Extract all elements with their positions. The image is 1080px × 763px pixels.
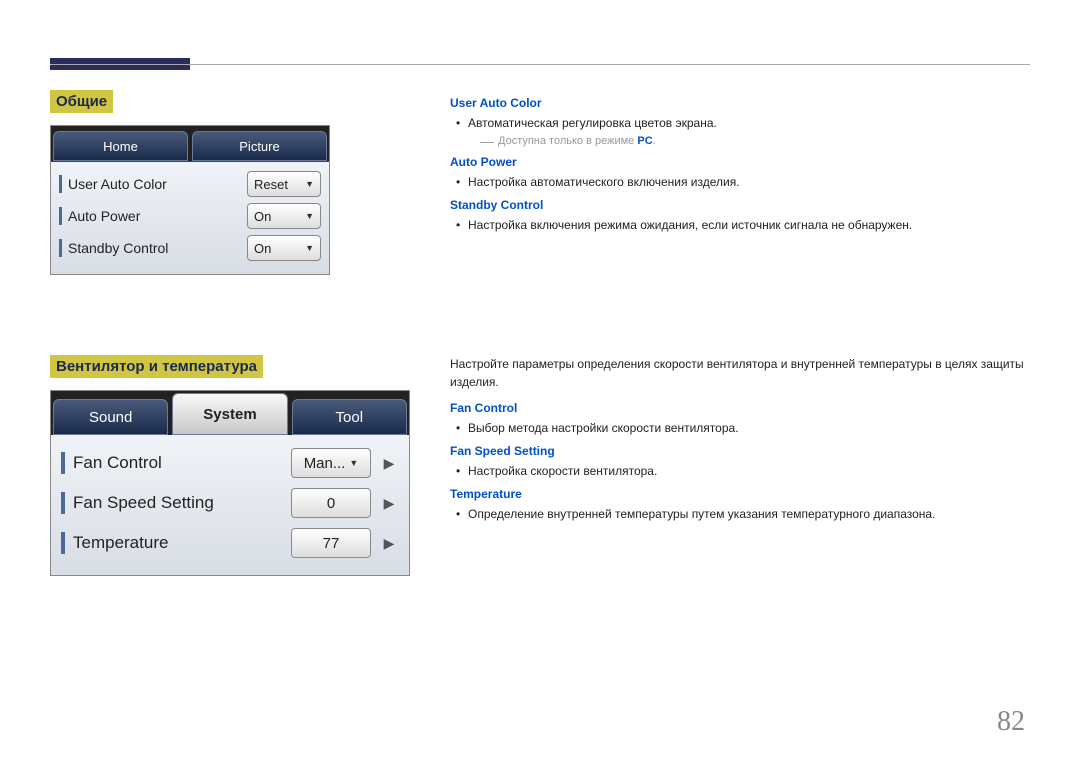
setting-value-box[interactable]: 77 [291, 528, 371, 558]
tab-tool[interactable]: Tool [292, 399, 407, 435]
chevron-down-icon: ▼ [305, 179, 314, 189]
note-pc: PC [637, 135, 652, 147]
page-content: Общие Home Picture User Auto Color Reset… [50, 90, 1030, 576]
desc-title-fan-control: Fan Control [450, 401, 1030, 415]
setting-row: User Auto Color Reset ▼ [59, 168, 321, 200]
desc-item: Определение внутренней температуры путем… [468, 505, 1030, 524]
desc-title-auto-power: Auto Power [450, 155, 1030, 169]
section-general-right: User Auto Color Автоматическая регулиров… [450, 90, 1030, 236]
setting-value: On [254, 241, 271, 256]
setting-dropdown[interactable]: On ▼ [247, 203, 321, 229]
setting-label: Auto Power [68, 208, 241, 224]
screenshot-general: Home Picture User Auto Color Reset ▼ Auto… [50, 125, 330, 275]
desc-title-user-auto-color: User Auto Color [450, 96, 1030, 110]
row-marker-icon [59, 239, 62, 257]
desc-list: Автоматическая регулировка цветов экрана… [450, 114, 1030, 133]
desc-item: Настройка скорости вентилятора. [468, 462, 1030, 481]
dash-icon: ― [480, 133, 494, 149]
desc-item: Автоматическая регулировка цветов экрана… [468, 114, 1030, 133]
desc-item: Настройка автоматического включения изде… [468, 173, 1030, 192]
arrow-right-icon[interactable]: ▶ [379, 495, 399, 512]
desc-item: Настройка включения режима ожидания, есл… [468, 216, 1030, 235]
desc-list: Настройка включения режима ожидания, есл… [450, 216, 1030, 235]
tabs-row: Home Picture [51, 126, 329, 162]
chevron-down-icon: ▼ [305, 243, 314, 253]
row-marker-icon [59, 207, 62, 225]
row-marker-icon [61, 532, 65, 554]
page-number: 82 [997, 706, 1025, 738]
setting-label: Fan Control [73, 453, 283, 473]
desc-list: Определение внутренней температуры путем… [450, 505, 1030, 524]
setting-value: 0 [327, 495, 335, 512]
chevron-down-icon: ▼ [349, 458, 358, 468]
desc-title-fan-speed: Fan Speed Setting [450, 444, 1030, 458]
desc-title-standby-control: Standby Control [450, 198, 1030, 212]
setting-value: On [254, 209, 271, 224]
chevron-down-icon: ▼ [305, 211, 314, 221]
setting-label: Fan Speed Setting [73, 493, 283, 513]
row-marker-icon [61, 492, 65, 514]
setting-value: 77 [323, 535, 340, 552]
desc-item: Выбор метода настройки скорости вентилят… [468, 419, 1030, 438]
tab-picture[interactable]: Picture [192, 131, 327, 161]
section-fan-temp-right: Настройте параметры определения скорости… [450, 355, 1030, 525]
section-general: Общие Home Picture User Auto Color Reset… [50, 90, 1030, 275]
desc-list: Настройка автоматического включения изде… [450, 173, 1030, 192]
setting-label: Standby Control [68, 240, 241, 256]
desc-title-temperature: Temperature [450, 487, 1030, 501]
row-marker-icon [59, 175, 62, 193]
header-divider [50, 64, 1030, 65]
row-marker-icon [61, 452, 65, 474]
desc-list: Настройка скорости вентилятора. [450, 462, 1030, 481]
setting-value: Reset [254, 177, 288, 192]
tab-body: Fan Control Man...▼ ▶ Fan Speed Setting … [51, 435, 409, 575]
setting-row: Fan Speed Setting 0 ▶ [61, 483, 399, 523]
setting-row: Temperature 77 ▶ [61, 523, 399, 563]
setting-label: User Auto Color [68, 176, 241, 192]
tab-body: User Auto Color Reset ▼ Auto Power On ▼ St… [51, 162, 329, 274]
tab-system[interactable]: System [172, 393, 287, 435]
section-fan-temp: Вентилятор и температура Sound System To… [50, 355, 1030, 576]
section-general-left: Общие Home Picture User Auto Color Reset… [50, 90, 410, 275]
desc-note: ― Доступна только в режиме PC. [480, 133, 1030, 149]
setting-row: Fan Control Man...▼ ▶ [61, 443, 399, 483]
tabs-row: Sound System Tool [51, 391, 409, 435]
note-suffix: . [653, 135, 656, 147]
section-title-general: Общие [50, 90, 113, 113]
setting-row: Standby Control On ▼ [59, 232, 321, 264]
setting-label: Temperature [73, 533, 283, 553]
setting-value-box[interactable]: 0 [291, 488, 371, 518]
tab-sound[interactable]: Sound [53, 399, 168, 435]
section-title-fan-temp: Вентилятор и температура [50, 355, 263, 378]
section-fan-temp-left: Вентилятор и температура Sound System To… [50, 355, 410, 576]
setting-dropdown[interactable]: On ▼ [247, 235, 321, 261]
section-intro: Настройте параметры определения скорости… [450, 355, 1030, 391]
setting-value: Man... [304, 455, 346, 472]
tab-home[interactable]: Home [53, 131, 188, 161]
setting-dropdown[interactable]: Man...▼ [291, 448, 371, 478]
screenshot-fan-temp: Sound System Tool Fan Control Man...▼ ▶ … [50, 390, 410, 576]
desc-list: Выбор метода настройки скорости вентилят… [450, 419, 1030, 438]
setting-row: Auto Power On ▼ [59, 200, 321, 232]
note-prefix: Доступна только в режиме [498, 135, 637, 147]
arrow-right-icon[interactable]: ▶ [379, 535, 399, 552]
arrow-right-icon[interactable]: ▶ [379, 455, 399, 472]
setting-dropdown[interactable]: Reset ▼ [247, 171, 321, 197]
